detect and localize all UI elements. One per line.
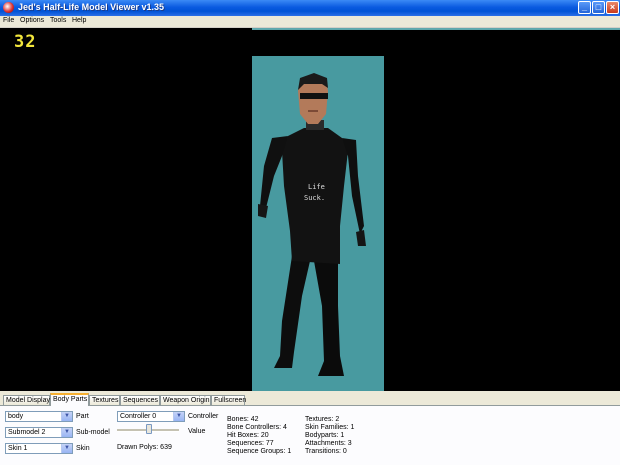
controller-select[interactable]: Controller 0 ▼ xyxy=(117,411,185,422)
chevron-down-icon[interactable]: ▼ xyxy=(61,444,72,453)
app-icon[interactable] xyxy=(3,2,14,13)
menu-options[interactable]: Options xyxy=(20,17,44,24)
stat-textures: Textures: 2 xyxy=(305,416,340,423)
drawn-polys: Drawn Polys: 639 xyxy=(117,444,172,451)
skin-label: Skin xyxy=(76,445,90,452)
part-select-value: body xyxy=(8,413,24,420)
chevron-down-icon[interactable]: ▼ xyxy=(173,412,184,421)
tab-textures[interactable]: Textures xyxy=(89,395,120,405)
stat-hit-boxes: Hit Boxes: 20 xyxy=(227,432,269,439)
menu-bar: File Options Tools Help xyxy=(0,16,620,28)
minimize-button[interactable]: _ xyxy=(578,1,591,14)
tab-weapon-origin[interactable]: Weapon Origin xyxy=(160,395,211,405)
tab-sequences[interactable]: Sequences xyxy=(120,395,160,405)
chevron-down-icon[interactable]: ▼ xyxy=(61,412,72,421)
value-slider-thumb[interactable] xyxy=(146,424,152,434)
shirt-text-suck: Suck. xyxy=(304,194,325,202)
model-viewport[interactable]: 32 Life Suck. xyxy=(0,28,620,391)
menu-help[interactable]: Help xyxy=(72,17,86,24)
stat-transitions: Transitions: 0 xyxy=(305,448,347,455)
part-select[interactable]: body ▼ xyxy=(5,411,73,422)
tab-model-display[interactable]: Model Display xyxy=(3,395,50,405)
window-title: Jed's Half-Life Model Viewer v1.35 xyxy=(18,2,165,12)
shirt-text-life: Life xyxy=(308,183,325,191)
stat-bones: Bones: 42 xyxy=(227,416,259,423)
tab-body-parts[interactable]: Body Parts xyxy=(50,393,89,406)
menu-file[interactable]: File xyxy=(3,17,14,24)
close-button[interactable]: × xyxy=(606,1,619,14)
body-parts-panel: body ▼ Part Submodel 2 ▼ Sub-model Skin … xyxy=(0,405,620,465)
tab-strip: Model Display Body Parts Textures Sequen… xyxy=(0,393,620,406)
submodel-select-value: Submodel 2 xyxy=(8,429,46,436)
tab-fullscreen[interactable]: Fullscreen xyxy=(211,395,246,405)
skin-select-value: Skin 1 xyxy=(8,445,28,452)
part-label: Part xyxy=(76,413,89,420)
submodel-label: Sub-model xyxy=(76,429,110,436)
stat-sequences: Sequences: 77 xyxy=(227,440,274,447)
controller-label: Controller xyxy=(188,413,219,420)
stat-sequence-groups: Sequence Groups: 1 xyxy=(227,448,292,455)
value-label: Value xyxy=(188,428,206,435)
stat-bodyparts: Bodyparts: 1 xyxy=(305,432,345,439)
skin-select[interactable]: Skin 1 ▼ xyxy=(5,443,73,454)
stat-bone-controllers: Bone Controllers: 4 xyxy=(227,424,287,431)
maximize-button[interactable]: □ xyxy=(592,1,605,14)
submodel-select[interactable]: Submodel 2 ▼ xyxy=(5,427,73,438)
character-model: Life Suck. xyxy=(258,73,366,376)
fps-counter: 32 xyxy=(14,32,37,52)
viewport-strip xyxy=(252,28,620,30)
menu-tools[interactable]: Tools xyxy=(50,17,66,24)
stat-skin-families: Skin Families: 1 xyxy=(305,424,355,431)
chevron-down-icon[interactable]: ▼ xyxy=(61,428,72,437)
stat-attachments: Attachments: 3 xyxy=(305,440,352,447)
controller-select-value: Controller 0 xyxy=(120,413,157,420)
title-bar: Jed's Half-Life Model Viewer v1.35 _ □ × xyxy=(0,0,620,16)
